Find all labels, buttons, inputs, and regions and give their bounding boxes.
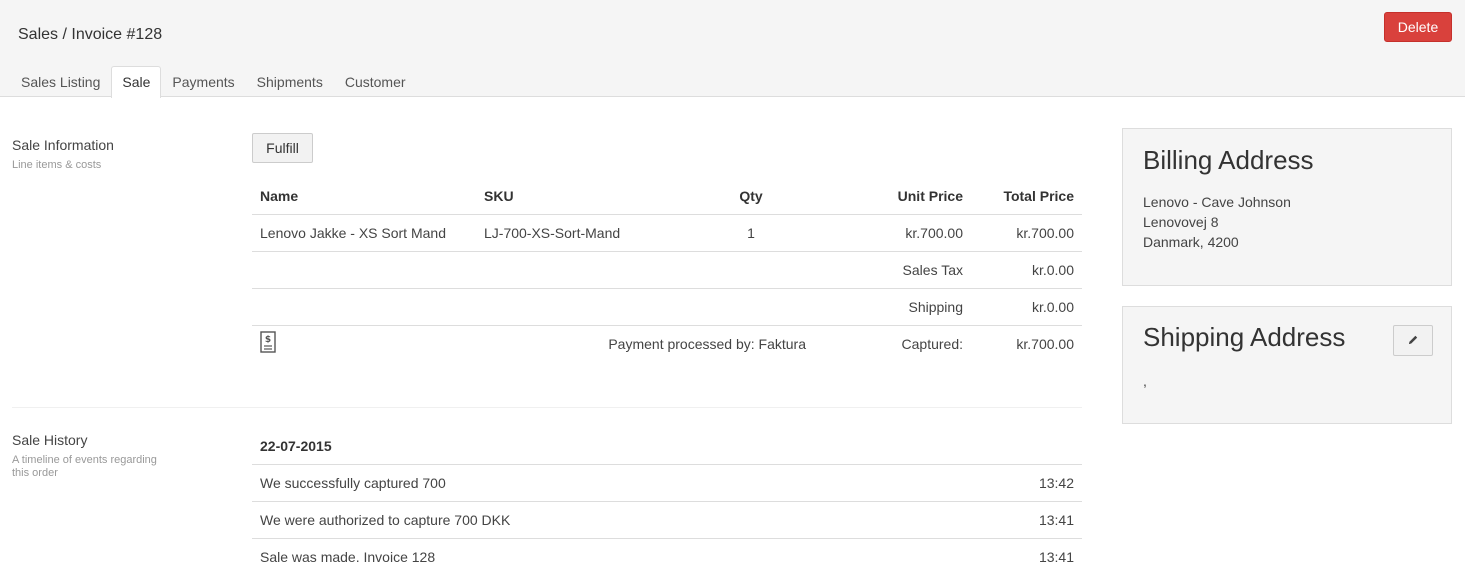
billing-address-line2: Lenovovej 8 xyxy=(1143,214,1219,230)
history-event-time: 13:42 xyxy=(1038,475,1074,491)
tab-bar: Sales Listing Sale Payments Shipments Cu… xyxy=(10,66,417,98)
edit-shipping-address-button[interactable] xyxy=(1393,325,1433,356)
list-item: We were authorized to capture 700 DKK 13… xyxy=(252,501,1082,538)
sale-history-subtitle: A timeline of events regarding this orde… xyxy=(12,454,157,479)
breadcrumb: Sales / Invoice #128 xyxy=(18,26,162,44)
history-event-time: 13:41 xyxy=(1038,549,1074,565)
sales-tax-value: kr.0.00 xyxy=(971,251,1082,289)
tab-shipments[interactable]: Shipments xyxy=(246,66,334,97)
captured-value: kr.700.00 xyxy=(1016,335,1074,352)
breadcrumb-page: Invoice #128 xyxy=(71,26,163,43)
table-row: Lenovo Jakke - XS Sort Mand LJ-700-XS-So… xyxy=(252,214,1082,252)
shipping-value: kr.0.00 xyxy=(971,288,1082,326)
svg-text:$: $ xyxy=(265,335,271,345)
tab-customer[interactable]: Customer xyxy=(334,66,417,97)
sale-information-label: Sale Information Line items & costs xyxy=(12,137,172,172)
shipping-address-title: Shipping Address xyxy=(1143,322,1346,352)
item-unit-price: kr.700.00 xyxy=(806,214,971,252)
billing-address-line1: Lenovo - Cave Johnson xyxy=(1143,194,1291,210)
billing-address-title: Billing Address xyxy=(1143,145,1314,175)
list-item: Sale was made. Invoice 128 13:41 xyxy=(252,538,1082,575)
column-total-price: Total Price xyxy=(971,178,1082,215)
payment-row: $ Payment processed by: Faktura Captured… xyxy=(252,325,1082,362)
column-qty: Qty xyxy=(696,178,806,215)
invoice-dollar-icon: $ xyxy=(260,331,276,356)
sale-history-title: Sale History xyxy=(12,432,88,448)
shipping-row: Shipping kr.0.00 xyxy=(252,288,1082,326)
sales-tax-label: Sales Tax xyxy=(806,251,971,289)
item-sku: LJ-700-XS-Sort-Mand xyxy=(476,214,696,252)
item-name: Lenovo Jakke - XS Sort Mand xyxy=(252,214,476,252)
delete-button[interactable]: Delete xyxy=(1384,12,1452,42)
breadcrumb-section[interactable]: Sales xyxy=(18,26,58,43)
column-unit-price: Unit Price xyxy=(806,178,971,215)
history-event-text: Sale was made. Invoice 128 xyxy=(260,549,436,565)
item-total-price: kr.700.00 xyxy=(971,214,1082,252)
section-divider xyxy=(12,407,1082,408)
billing-address-lines: Lenovo - Cave Johnson Lenovovej 8 Danmar… xyxy=(1143,192,1291,252)
column-name: Name xyxy=(252,178,476,215)
sale-information-title: Sale Information xyxy=(12,137,114,153)
history-event-text: We were authorized to capture 700 DKK xyxy=(260,512,511,528)
history-date: 22-07-2015 xyxy=(260,438,332,454)
history-list: We successfully captured 700 13:42 We we… xyxy=(252,464,1082,575)
item-qty: 1 xyxy=(696,214,806,252)
sale-history-label: Sale History A timeline of events regard… xyxy=(12,432,172,480)
shipping-address-line1: , xyxy=(1143,373,1147,389)
billing-address-panel: Billing Address Lenovo - Cave Johnson Le… xyxy=(1122,128,1452,286)
tab-payments[interactable]: Payments xyxy=(161,66,245,97)
pencil-icon xyxy=(1407,333,1419,349)
shipping-label: Shipping xyxy=(806,288,971,326)
payment-processed-text: Payment processed by: Faktura xyxy=(608,335,806,352)
captured-label: Captured: xyxy=(901,335,963,352)
shipping-address-panel: Shipping Address , xyxy=(1122,306,1452,424)
breadcrumb-separator: / xyxy=(58,26,72,43)
column-sku: SKU xyxy=(476,178,696,215)
sales-tax-row: Sales Tax kr.0.00 xyxy=(252,251,1082,289)
fulfill-button[interactable]: Fulfill xyxy=(252,133,313,163)
list-item: We successfully captured 700 13:42 xyxy=(252,464,1082,501)
page-header: Sales / Invoice #128 Delete Sales Listin… xyxy=(0,0,1465,98)
tab-sale[interactable]: Sale xyxy=(111,66,162,98)
history-event-time: 13:41 xyxy=(1038,512,1074,528)
billing-address-line3: Danmark, 4200 xyxy=(1143,234,1239,250)
line-items-table: Name SKU Qty Unit Price Total Price Leno… xyxy=(252,178,1082,362)
tab-sales-listing[interactable]: Sales Listing xyxy=(10,66,111,97)
history-event-text: We successfully captured 700 xyxy=(260,475,446,491)
sale-information-subtitle: Line items & costs xyxy=(12,159,102,171)
table-header-row: Name SKU Qty Unit Price Total Price xyxy=(252,178,1082,215)
